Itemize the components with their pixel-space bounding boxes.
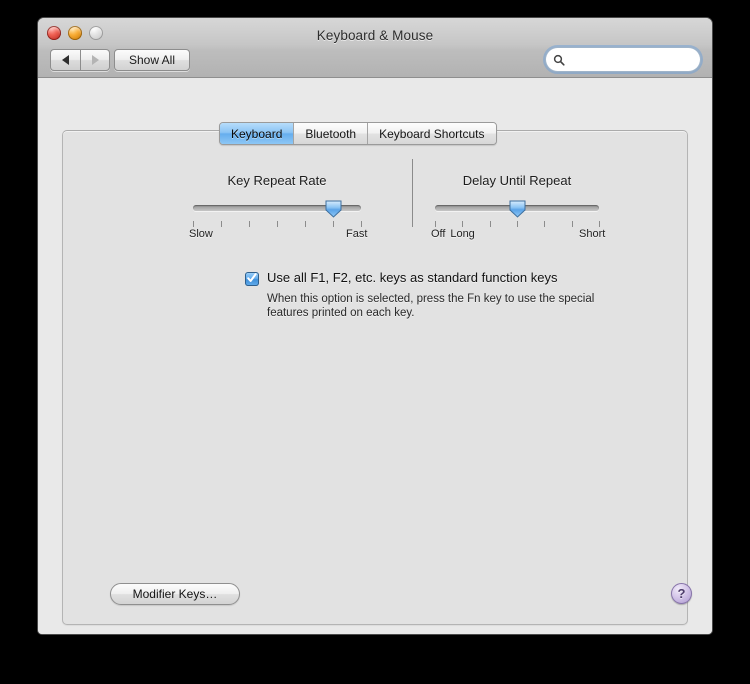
delay-until-repeat-thumb[interactable] bbox=[507, 198, 528, 219]
delay-until-repeat-tick-labels: OffLongShort bbox=[435, 228, 599, 242]
slider-tick-label: Fast bbox=[346, 228, 367, 240]
preferences-window: Keyboard & Mouse Show All Key Repeat Rat… bbox=[38, 18, 712, 634]
show-all-button[interactable]: Show All bbox=[114, 49, 190, 71]
slider-divider bbox=[412, 159, 413, 227]
search-input[interactable] bbox=[568, 54, 688, 66]
key-repeat-rate-label: Key Repeat Rate bbox=[193, 173, 361, 188]
search-icon bbox=[553, 54, 565, 66]
window-titlebar: Keyboard & Mouse Show All bbox=[38, 18, 712, 78]
modifier-keys-button[interactable]: Modifier Keys… bbox=[110, 583, 240, 605]
search-field[interactable] bbox=[546, 48, 700, 71]
help-button[interactable]: ? bbox=[671, 583, 692, 604]
tab-keyboard[interactable]: Keyboard bbox=[220, 123, 294, 144]
tab-bar: Keyboard Bluetooth Keyboard Shortcuts bbox=[219, 122, 497, 145]
delay-until-repeat-ticks bbox=[435, 219, 599, 228]
delay-until-repeat-track-wrap[interactable] bbox=[435, 200, 599, 216]
navigation-buttons bbox=[50, 49, 110, 71]
key-repeat-rate-slider-block: Key Repeat Rate bbox=[193, 173, 361, 242]
slider-tick-label: Slow bbox=[189, 228, 213, 240]
back-button[interactable] bbox=[50, 49, 80, 71]
slider-tick bbox=[333, 221, 334, 227]
chevron-right-icon bbox=[92, 55, 99, 65]
checkmark-icon bbox=[246, 272, 258, 284]
slider-tick bbox=[517, 221, 518, 227]
chevron-left-icon bbox=[62, 55, 69, 65]
slider-tick bbox=[249, 221, 250, 227]
slider-tick bbox=[544, 221, 545, 227]
function-keys-checkbox[interactable] bbox=[245, 272, 259, 286]
tab-bluetooth[interactable]: Bluetooth bbox=[294, 123, 368, 144]
key-repeat-rate-ticks bbox=[193, 219, 361, 228]
delay-until-repeat-label: Delay Until Repeat bbox=[435, 173, 599, 188]
preferences-body: Key Repeat Rate bbox=[38, 78, 712, 634]
slider-tick bbox=[277, 221, 278, 227]
delay-until-repeat-slider-block: Delay Until Repeat bbox=[435, 173, 599, 242]
slider-tick bbox=[490, 221, 491, 227]
window-title: Keyboard & Mouse bbox=[38, 28, 712, 43]
slider-tick bbox=[435, 221, 436, 227]
function-keys-checkbox-label: Use all F1, F2, etc. keys as standard fu… bbox=[267, 270, 557, 285]
function-keys-description: When this option is selected, press the … bbox=[267, 292, 597, 320]
function-keys-checkbox-row[interactable]: Use all F1, F2, etc. keys as standard fu… bbox=[245, 270, 557, 286]
forward-button bbox=[80, 49, 110, 71]
slider-tick bbox=[599, 221, 600, 227]
key-repeat-rate-tick-labels: SlowFast bbox=[193, 228, 361, 242]
slider-tick bbox=[361, 221, 362, 227]
slider-tick bbox=[572, 221, 573, 227]
slider-tick bbox=[462, 221, 463, 227]
key-repeat-rate-thumb[interactable] bbox=[323, 198, 344, 219]
slider-tick bbox=[193, 221, 194, 227]
tab-keyboard-shortcuts[interactable]: Keyboard Shortcuts bbox=[368, 123, 495, 144]
slider-tick bbox=[305, 221, 306, 227]
slider-tick-label: Off bbox=[431, 228, 445, 240]
slider-tick-label: Long bbox=[450, 228, 474, 240]
slider-tick bbox=[221, 221, 222, 227]
keyboard-panel: Key Repeat Rate bbox=[62, 130, 688, 625]
slider-tick-label: Short bbox=[579, 228, 605, 240]
key-repeat-rate-track-wrap[interactable] bbox=[193, 200, 361, 216]
